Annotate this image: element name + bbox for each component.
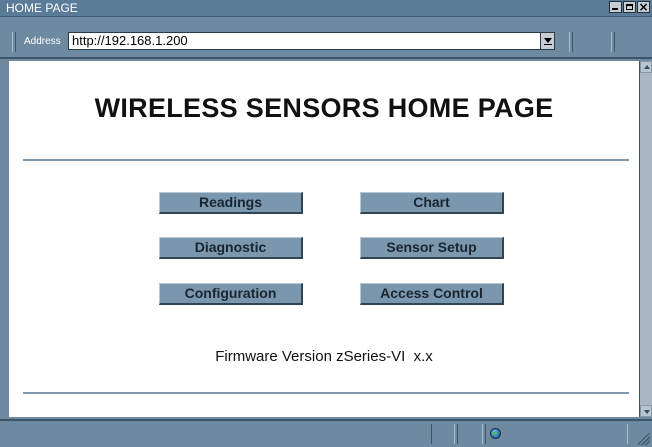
address-dropdown-button[interactable] [540,33,554,49]
scroll-down-button[interactable] [640,405,652,417]
access-control-button[interactable]: Access Control [360,283,504,305]
toolbar-grip[interactable] [12,32,16,52]
firmware-version: Firmware Version zSeries-VI x.x [215,348,433,365]
globe-icon [490,428,501,439]
dropdown-underline [544,44,552,45]
window-controls: × [609,0,650,14]
maximize-icon [626,4,633,10]
title-bar[interactable]: HOME PAGE × [0,0,652,17]
scroll-up-button[interactable] [640,61,652,73]
globe-land [493,432,497,435]
status-bar [0,419,652,447]
vertical-scrollbar[interactable] [639,61,652,417]
toolbar-separator [611,32,615,52]
window-title: HOME PAGE [6,1,78,15]
address-bar[interactable] [68,32,555,50]
readings-button[interactable]: Readings [159,192,303,214]
status-pane [457,424,483,444]
chevron-down-icon [544,38,552,43]
status-zone-pane [485,424,628,444]
close-icon: × [638,0,649,14]
configuration-button[interactable]: Configuration [159,283,303,305]
minimize-icon [612,8,618,10]
status-pane [431,424,455,444]
maximize-button[interactable] [623,1,636,13]
divider-top [23,159,629,161]
resize-grip-icon[interactable] [638,433,650,445]
chart-button[interactable]: Chart [360,192,504,214]
chevron-down-icon [644,410,650,414]
browser-window: HOME PAGE × Address WIRELESS SENSORS [0,0,652,447]
minimize-button[interactable] [609,1,622,13]
address-input[interactable] [72,33,527,49]
page-title: WIRELESS SENSORS HOME PAGE [94,93,554,123]
address-label: Address [24,36,61,47]
chevron-up-icon [644,65,650,69]
page-viewport: WIRELESS SENSORS HOME PAGE Readings Char… [9,61,639,417]
address-toolbar: Address [0,17,652,59]
sensor-setup-button[interactable]: Sensor Setup [360,237,504,259]
divider-bottom [23,392,629,394]
close-button[interactable]: × [637,0,650,14]
toolbar-separator [569,32,573,52]
diagnostic-button[interactable]: Diagnostic [159,237,303,259]
